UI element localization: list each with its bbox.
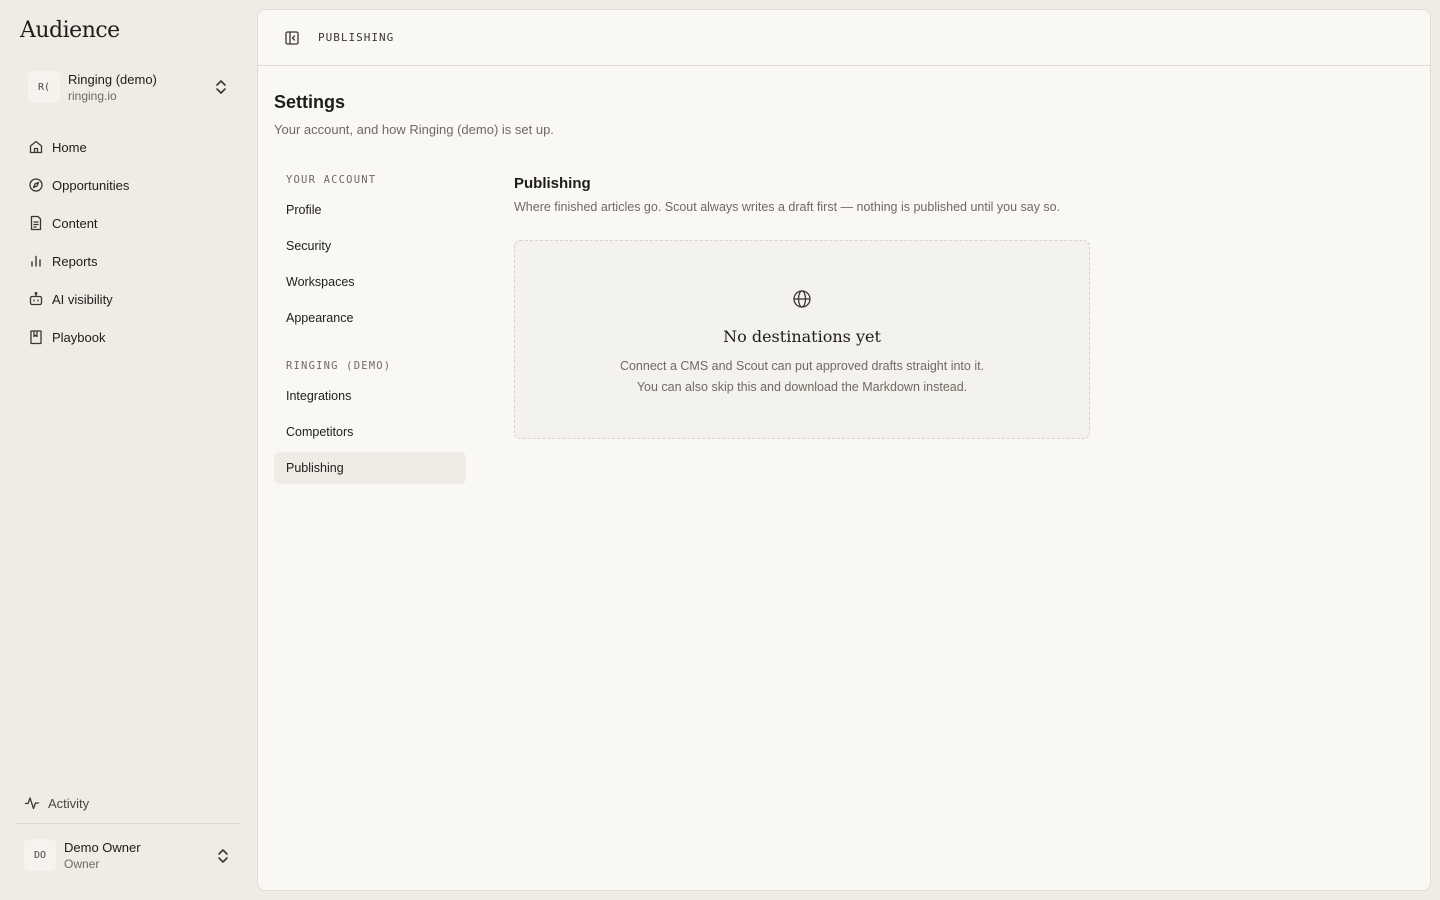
user-role: Owner [64, 856, 100, 871]
page-subtitle: Your account, and how Ringing (demo) is … [274, 122, 554, 137]
page-title: Settings [274, 92, 346, 112]
robot-icon [29, 291, 43, 306]
settings-item-profile[interactable]: Profile [274, 194, 466, 226]
nav-label: Home [52, 139, 87, 155]
settings-nav: YOUR ACCOUNT Profile Security Workspaces… [274, 170, 466, 484]
empty-state: No destinations yet Connect a CMS and Sc… [514, 240, 1090, 439]
globe-icon [793, 290, 811, 308]
chevron-updown-icon [216, 80, 226, 94]
empty-state-text: Connect a CMS and Scout can put approved… [619, 359, 985, 394]
nav-label: Opportunities [52, 177, 130, 193]
nav-label: Reports [52, 253, 98, 269]
nav-label: AI visibility [52, 291, 113, 307]
nav-item-ai-visibility[interactable]: AI visibility [16, 282, 240, 316]
brand-logo: Audience [20, 18, 120, 43]
compass-icon [29, 178, 43, 192]
settings-item-competitors[interactable]: Competitors [274, 416, 466, 448]
chevron-updown-icon [218, 849, 228, 863]
nav-item-opportunities[interactable]: Opportunities [16, 168, 240, 202]
activity-link[interactable]: Activity [16, 787, 240, 819]
breadcrumb: PUBLISHING [318, 31, 395, 44]
publishing-section: Publishing Where finished articles go. S… [514, 175, 1090, 439]
activity-label: Activity [48, 795, 90, 811]
nav-label: Content [52, 215, 98, 231]
workspace-switcher[interactable]: R( Ringing (demo) ringing.io [16, 64, 240, 110]
settings-item-appearance[interactable]: Appearance [274, 302, 466, 334]
workspace-avatar: R( [28, 71, 60, 103]
user-name: Demo Owner [64, 839, 141, 855]
settings-item-security[interactable]: Security [274, 230, 466, 262]
home-icon [29, 140, 43, 154]
settings-item-integrations[interactable]: Integrations [274, 380, 466, 412]
bar-chart-icon [31, 255, 41, 267]
settings-item-publishing[interactable]: Publishing [274, 452, 466, 484]
document-icon [30, 215, 42, 231]
settings-item-workspaces[interactable]: Workspaces [274, 266, 466, 298]
book-icon [30, 330, 42, 345]
section-description: Where finished articles go. Scout always… [514, 200, 1061, 214]
top-bar: PUBLISHING [258, 10, 1430, 66]
main-nav: Home Opportunities Content Reports AI vi… [16, 130, 240, 358]
activity-icon [24, 797, 40, 810]
section-heading-workspace: RINGING (DEMO) [286, 360, 392, 372]
main-panel: PUBLISHING Settings Your account, and ho… [257, 9, 1431, 891]
nav-item-playbook[interactable]: Playbook [16, 320, 240, 354]
workspace-domain: ringing.io [68, 88, 117, 103]
nav-item-reports[interactable]: Reports [16, 244, 240, 278]
nav-item-home[interactable]: Home [16, 130, 240, 164]
sidebar-toggle-icon[interactable] [284, 30, 300, 46]
section-heading-account: YOUR ACCOUNT [286, 174, 377, 186]
workspace-name: Ringing (demo) [68, 71, 157, 87]
sidebar-divider [16, 823, 240, 824]
nav-label: Playbook [52, 329, 106, 345]
sidebar: Audience R( Ringing (demo) ringing.io Ho… [0, 0, 256, 900]
nav-item-content[interactable]: Content [16, 206, 240, 240]
section-title: Publishing [514, 175, 591, 192]
empty-state-title: No destinations yet [723, 327, 881, 346]
user-avatar: DO [24, 839, 56, 871]
user-menu[interactable]: DO Demo Owner Owner [16, 832, 240, 878]
